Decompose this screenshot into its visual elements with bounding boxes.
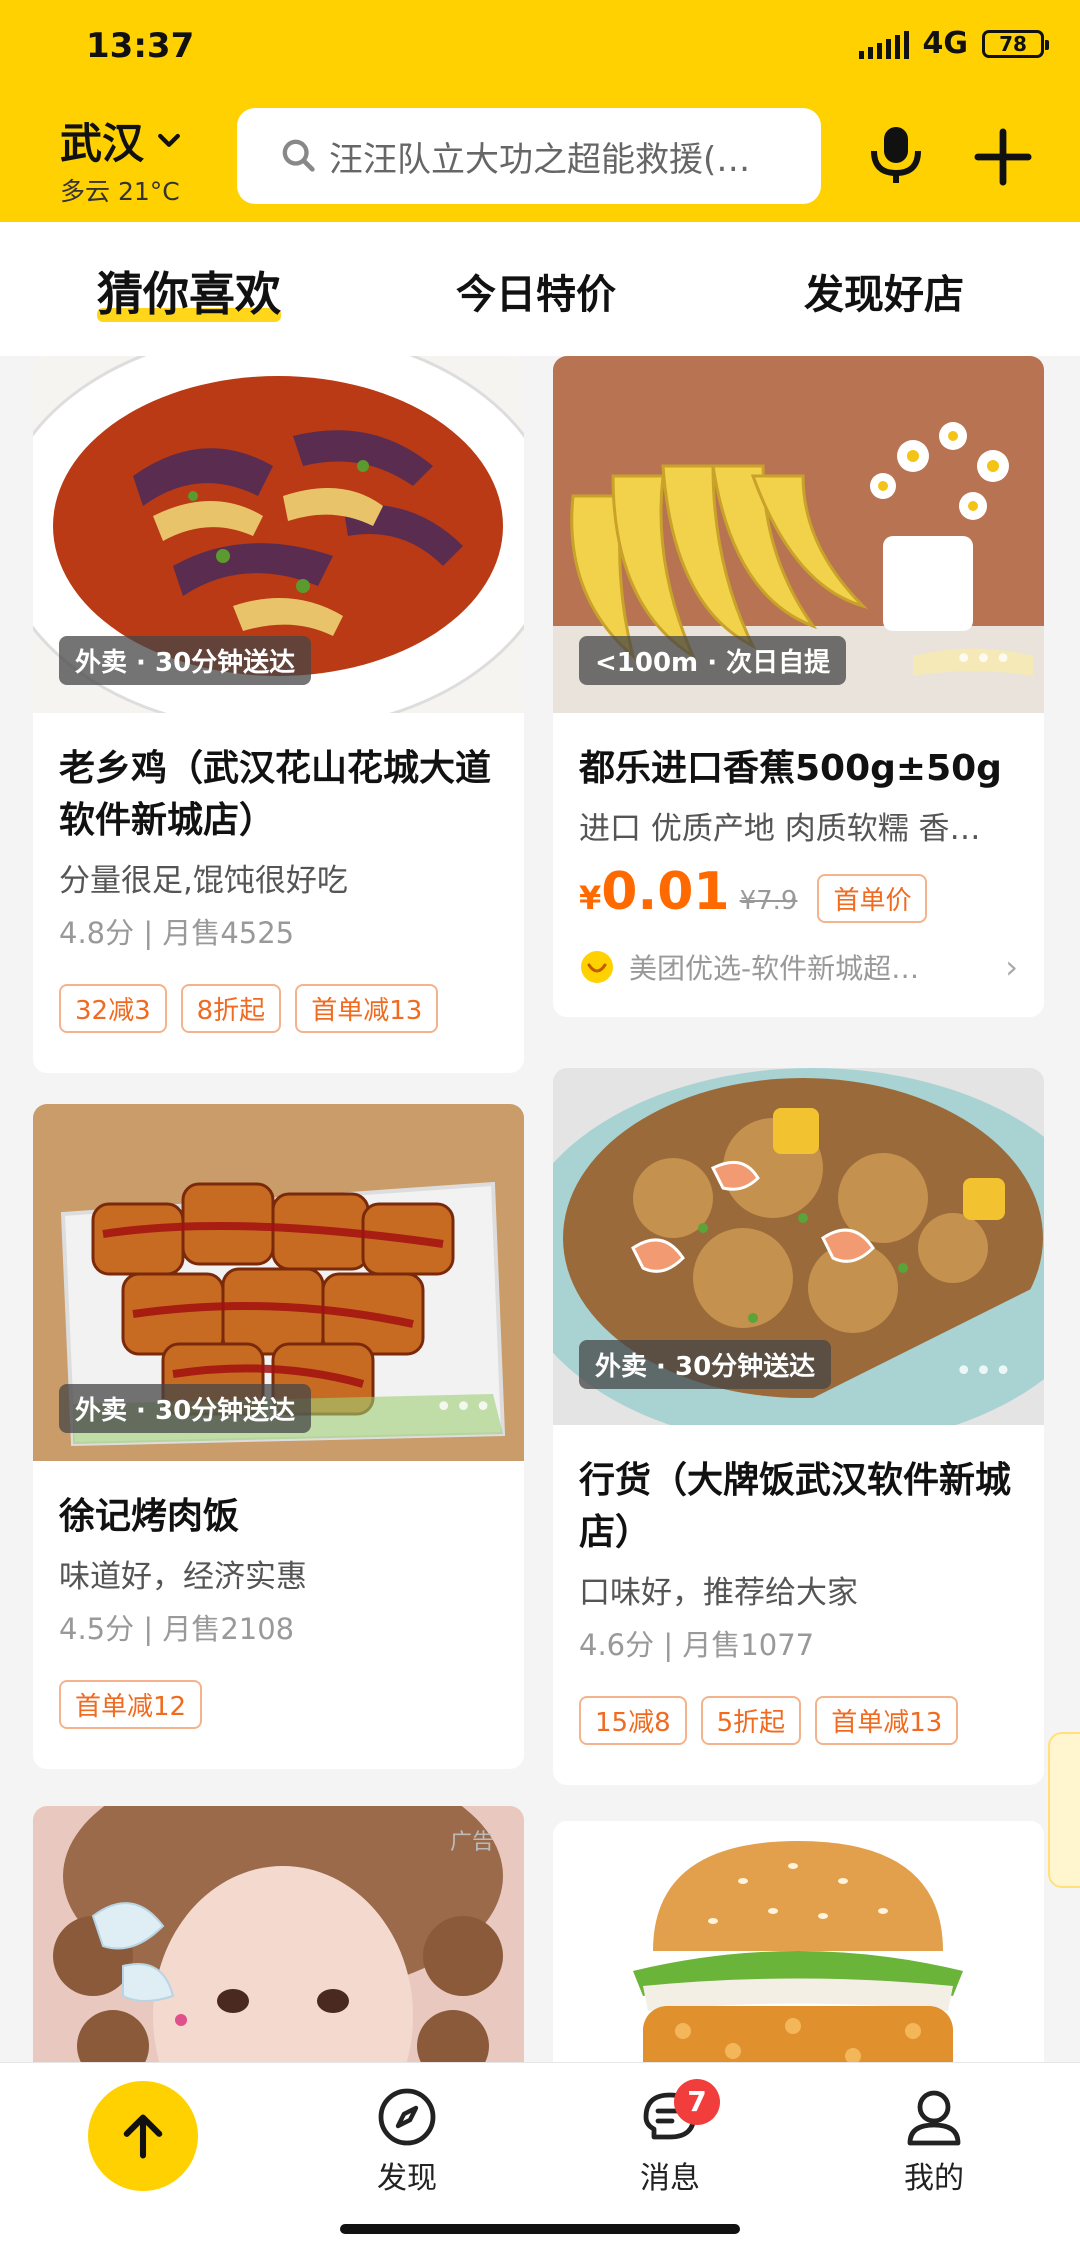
store-card[interactable] [553, 1821, 1044, 2062]
product-title: 都乐进口香蕉500g±50g [579, 748, 1002, 789]
ad-label: 广告 [449, 1830, 494, 1855]
promo-tags: 首单减12 [59, 1680, 498, 1729]
nav-label: 消息 [640, 2161, 700, 2196]
chevron-right-icon: › [1005, 948, 1018, 986]
store-name: 美团优选-软件新城超… [629, 952, 920, 985]
network-type: 4G [922, 26, 969, 61]
search-icon [282, 139, 315, 172]
store-card[interactable]: 外卖 · 30分钟送达 ••• 行货（大牌饭武汉软件新城店） 口味好，推荐给大家… [553, 1068, 1044, 1785]
more-dots-icon[interactable]: ••• [955, 1354, 1014, 1389]
floating-promo-widget[interactable] [1048, 1732, 1080, 1888]
nav-messages[interactable]: 7 消息 [610, 2079, 730, 2197]
food-image: 外卖 · 30分钟送达 ••• [33, 1104, 524, 1461]
store-rating: 4.8分 | 月售4525 [59, 916, 295, 950]
chevron-down-icon [158, 133, 180, 147]
user-icon [907, 2090, 961, 2146]
ad-image: 广告 [33, 1806, 524, 2062]
plus-icon[interactable] [974, 128, 1032, 186]
recommendation-feed: 外卖 · 30分钟送达 ••• 老乡鸡（武汉花山花城大道软件新城店） 分量很足,… [0, 356, 1080, 2062]
youxuan-logo-icon [581, 951, 613, 983]
product-description: 进口 优质产地 肉质软糯 香… [579, 811, 981, 847]
price-row: ¥0.01 ¥7.9 首单价 [579, 862, 1018, 923]
nav-label: 发现 [377, 2161, 437, 2196]
more-dots-icon[interactable]: ••• [435, 642, 494, 677]
top-header: 13:37 4G 78 武汉 多云 21°C 汪汪队立大功之超能救援(… [0, 0, 1080, 222]
signal-icon [858, 29, 909, 59]
store-review: 味道好，经济实惠 [59, 1559, 307, 1595]
tab-today-deals[interactable]: 今日特价 [456, 262, 616, 320]
more-dots-icon[interactable]: ••• [435, 1390, 494, 1425]
mic-icon[interactable] [866, 123, 926, 187]
promo-tag: 15减8 [579, 1696, 687, 1745]
city-name: 武汉 [60, 119, 145, 168]
store-card[interactable]: 外卖 · 30分钟送达 ••• 徐记烤肉饭 味道好，经济实惠 4.5分 | 月售… [33, 1104, 524, 1769]
promo-tag: 首单减13 [815, 1696, 959, 1745]
weather-text: 多云 21°C [60, 177, 180, 206]
store-link[interactable]: 美团优选-软件新城超… › [579, 947, 1018, 987]
delivery-badge: 外卖 · 30分钟送达 [59, 1384, 312, 1433]
delivery-badge: 外卖 · 30分钟送达 [59, 636, 312, 685]
food-image: 外卖 · 30分钟送达 ••• [33, 356, 524, 713]
bottom-navigation: 发现 7 消息 我的 [0, 2062, 1080, 2249]
original-price: ¥7.9 [739, 886, 798, 916]
status-time: 13:37 [86, 26, 195, 66]
promo-tag: 32减3 [59, 984, 167, 1033]
food-image: 外卖 · 30分钟送达 ••• [553, 1068, 1044, 1425]
store-rating: 4.5分 | 月售2108 [59, 1612, 295, 1646]
promo-tag: 5折起 [700, 1696, 802, 1745]
search-bar[interactable]: 汪汪队立大功之超能救援(… [237, 108, 821, 204]
promo-tag: 首单减12 [59, 1680, 203, 1729]
current-price: ¥0.01 [579, 862, 730, 922]
promo-tags: 15减8 5折起 首单减13 [579, 1696, 1018, 1745]
store-title: 老乡鸡（武汉花山花城大道软件新城店） [59, 748, 492, 841]
compass-icon [378, 2088, 436, 2146]
currency-symbol: ¥ [579, 879, 602, 917]
nav-profile[interactable]: 我的 [874, 2085, 994, 2197]
store-review: 分量很足,馄饨很好吃 [59, 863, 348, 899]
store-review: 口味好，推荐给大家 [579, 1575, 858, 1611]
store-title: 徐记烤肉饭 [59, 1496, 240, 1537]
store-title: 行货（大牌饭武汉软件新城店） [579, 1460, 1012, 1553]
product-image: <100m · 次日自提 ••• [553, 356, 1044, 713]
arrow-up-icon [123, 2114, 163, 2159]
message-count-badge: 7 [674, 2079, 720, 2125]
category-tabs: 猜你喜欢 今日特价 发现好店 [0, 222, 1080, 356]
delivery-badge: 外卖 · 30分钟送达 [579, 1340, 832, 1389]
city-selector[interactable]: 武汉 [60, 110, 184, 171]
battery-icon: 78 [982, 29, 1049, 58]
status-icons: 4G 78 [858, 26, 1049, 61]
promo-tag: 8折起 [180, 984, 282, 1033]
first-order-price-tag: 首单价 [817, 874, 928, 923]
promo-tags: 32减3 8折起 首单减13 [59, 984, 498, 1033]
tab-discover-stores[interactable]: 发现好店 [804, 262, 964, 320]
ad-card[interactable]: 广告 [33, 1806, 524, 2062]
store-card[interactable]: 外卖 · 30分钟送达 ••• 老乡鸡（武汉花山花城大道软件新城店） 分量很足,… [33, 356, 524, 1073]
store-rating: 4.6分 | 月售1077 [579, 1628, 815, 1662]
home-indicator[interactable] [340, 2224, 740, 2234]
tab-guess-you-like[interactable]: 猜你喜欢 [97, 258, 281, 324]
nav-discover[interactable]: 发现 [347, 2085, 467, 2197]
pickup-badge: <100m · 次日自提 [579, 636, 847, 685]
nav-label: 我的 [904, 2161, 964, 2196]
food-image [553, 1821, 1044, 2062]
search-placeholder: 汪汪队立大功之超能救援(… [329, 139, 751, 180]
back-to-top-button[interactable] [88, 2081, 198, 2191]
product-card[interactable]: <100m · 次日自提 ••• 都乐进口香蕉500g±50g 进口 优质产地 … [553, 356, 1044, 1017]
promo-tag: 首单减13 [295, 984, 439, 1033]
more-dots-icon[interactable]: ••• [955, 642, 1014, 677]
price-value: 0.01 [601, 862, 730, 922]
